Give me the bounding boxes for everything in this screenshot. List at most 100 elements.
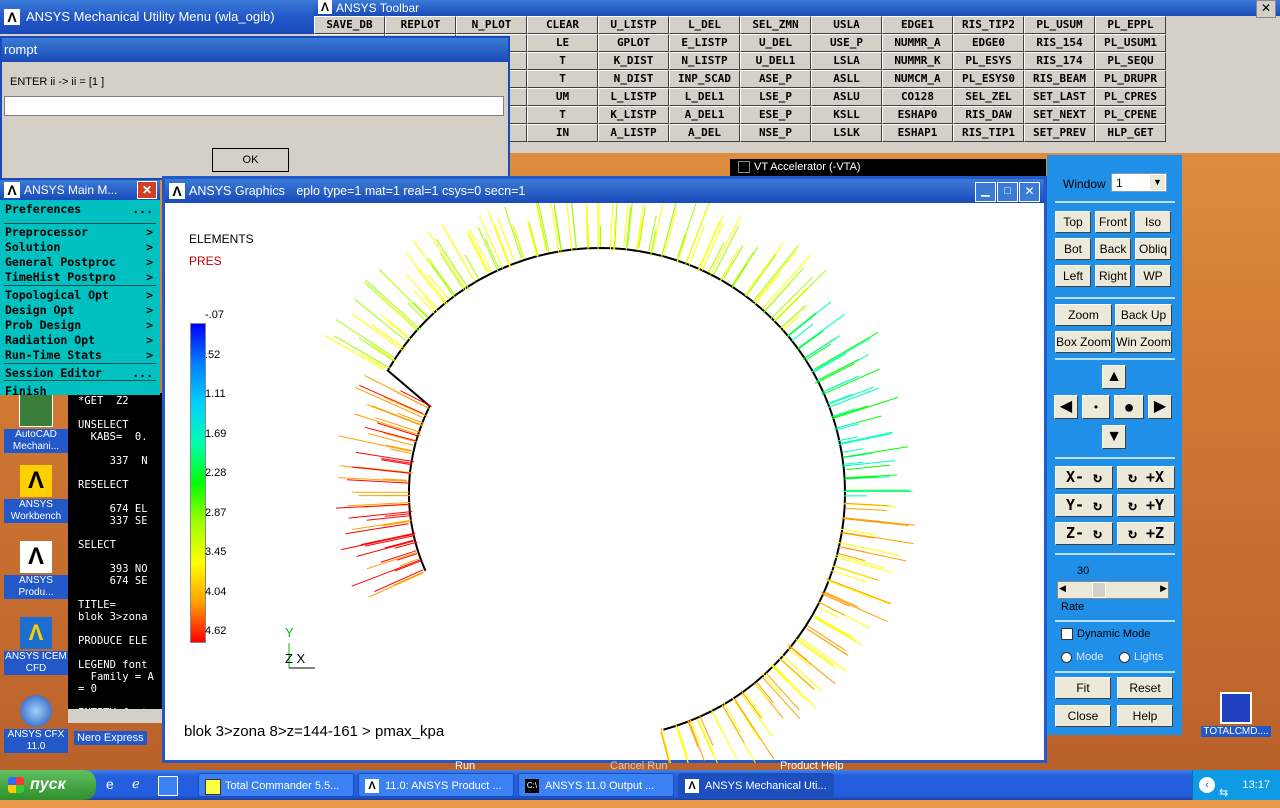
toolbar-button[interactable]: PL_CPENE (1095, 106, 1166, 124)
toolbar-button[interactable]: PL_ESYS (953, 52, 1024, 70)
toolbar-button[interactable]: E_LISTP (669, 34, 740, 52)
toolbar-button[interactable]: LSE_P (740, 88, 811, 106)
task-ansys-mechanical[interactable]: Λ ANSYS Mechanical Uti... (678, 773, 834, 797)
toolbar-button[interactable]: A_LISTP (598, 124, 669, 142)
rotate-button[interactable]: ↻ +X (1117, 466, 1175, 489)
help-button[interactable]: Help (1117, 705, 1173, 727)
toolbar-button[interactable]: RIS_TIP2 (953, 16, 1024, 34)
desktop-icon-nero[interactable]: Nero Express (74, 731, 147, 745)
toolbar-button[interactable]: EDGE0 (953, 34, 1024, 52)
ok-button[interactable]: OK (212, 148, 289, 172)
toolbar-button[interactable]: ASLU (811, 88, 882, 106)
zoom-out-big-icon[interactable]: ● (1114, 395, 1144, 419)
start-button[interactable]: пуск (0, 770, 96, 800)
desktop-icon-ansys-cfx[interactable]: ANSYS CFX 11.0 (4, 695, 68, 753)
toolbar-button[interactable]: INP_SCAD (669, 70, 740, 88)
reset-button[interactable]: Reset (1117, 677, 1173, 699)
main-menu-item[interactable]: Prob Design > (5, 318, 157, 333)
toolbar-button[interactable]: ASLL (811, 70, 882, 88)
maximize-icon[interactable]: □ (997, 182, 1018, 202)
main-menu-item[interactable]: Run-Time Stats > (5, 348, 157, 363)
toolbar-button[interactable]: T (527, 70, 598, 88)
view-button-iso[interactable]: Iso (1135, 211, 1171, 233)
toolbar-button[interactable]: ESHAP1 (882, 124, 953, 142)
rotate-button[interactable]: X- ↻ (1055, 466, 1113, 489)
view-button-top[interactable]: Top (1055, 211, 1091, 233)
rotate-button[interactable]: Z- ↻ (1055, 522, 1113, 545)
toolbar-button[interactable]: PL_ESYS0 (953, 70, 1024, 88)
dynamic-mode-checkbox[interactable]: Dynamic Mode (1061, 628, 1150, 641)
main-menu-item[interactable]: Design Opt > (5, 303, 157, 318)
toolbar-button[interactable]: KSLL (811, 106, 882, 124)
main-menu-item[interactable]: Preprocessor > (5, 225, 157, 240)
toolbar-button[interactable]: CLEAR (527, 16, 598, 34)
toolbar-button[interactable]: REPLOT (385, 16, 456, 34)
main-menu-item[interactable]: Radiation Opt > (5, 333, 157, 348)
toolbar-button[interactable]: EDGE1 (882, 16, 953, 34)
toolbar-button[interactable]: HLP_GET (1095, 124, 1166, 142)
pan-left-icon[interactable]: ◀ (1054, 395, 1078, 419)
close-icon[interactable]: ✕ (1019, 182, 1040, 202)
toolbar-button[interactable]: USLA (811, 16, 882, 34)
toolbar-button[interactable]: UM (527, 88, 598, 106)
desktop-icon-ansys-workbench[interactable]: Λ ANSYS Workbench (4, 465, 68, 523)
pan-up-icon[interactable]: ▲ (1102, 365, 1126, 389)
toolbar-button[interactable]: PL_USUM (1024, 16, 1095, 34)
network-icon[interactable]: ⇆ (1219, 778, 1228, 808)
view-button-right[interactable]: Right (1095, 265, 1131, 287)
pan-down-icon[interactable]: ▼ (1102, 425, 1126, 449)
toolbar-button[interactable]: NUMCM_A (882, 70, 953, 88)
toolbar-button[interactable]: ASE_P (740, 70, 811, 88)
toolbar-button[interactable]: GPLOT (598, 34, 669, 52)
desktop-icon-autocad[interactable]: AutoCAD Mechani... (4, 393, 68, 453)
task-ansys-product[interactable]: Λ 11.0: ANSYS Product ... (358, 773, 514, 797)
window-select[interactable]: 1 ▼ (1111, 173, 1167, 192)
close-icon[interactable]: ✕ (1256, 0, 1276, 18)
toolbar-button[interactable]: U_DEL1 (740, 52, 811, 70)
main-menu-item[interactable]: TimeHist Postpro > (5, 270, 157, 285)
lights-radio[interactable]: Lights (1119, 651, 1163, 663)
toolbar-button[interactable]: SET_NEXT (1024, 106, 1095, 124)
toolbar-button[interactable]: NUMMR_A (882, 34, 953, 52)
view-button-bot[interactable]: Bot (1055, 238, 1091, 260)
main-menu-item[interactable]: Finish (5, 384, 157, 399)
console-scrollbar[interactable] (68, 709, 162, 723)
close-icon[interactable]: ✕ (137, 181, 157, 199)
main-menu-item[interactable]: Topological Opt > (5, 288, 157, 303)
toolbar-button[interactable]: T (527, 106, 598, 124)
toolbar-button[interactable]: PL_USUM1 (1095, 34, 1166, 52)
rate-slider[interactable]: ◀ ▶ (1057, 581, 1169, 599)
mode-radio[interactable]: Mode (1061, 651, 1104, 663)
toolbar-button[interactable]: SEL_ZMN (740, 16, 811, 34)
task-ansys-output[interactable]: C:\ ANSYS 11.0 Output ... (518, 773, 674, 797)
rotate-button[interactable]: Y- ↻ (1055, 494, 1113, 517)
toolbar-button[interactable]: RIS_DAW (953, 106, 1024, 124)
toolbar-button[interactable]: RIS_154 (1024, 34, 1095, 52)
toolbar-button[interactable]: PL_DRUPR (1095, 70, 1166, 88)
rotate-button[interactable]: ↻ +Y (1117, 494, 1175, 517)
desktop-icon-totalcmd[interactable]: TOTALCMD.... (1200, 692, 1272, 737)
task-total-commander[interactable]: Total Commander 5.5... (198, 773, 354, 797)
toolbar-button[interactable]: NSE_P (740, 124, 811, 142)
toolbar-button[interactable]: N_PLOT (456, 16, 527, 34)
toolbar-button[interactable]: PL_CPRES (1095, 88, 1166, 106)
toolbar-button[interactable]: T (527, 52, 598, 70)
toolbar-button[interactable]: LSLK (811, 124, 882, 142)
toolbar-button[interactable]: PL_SEQU (1095, 52, 1166, 70)
toolbar-button[interactable]: PL_EPPL (1095, 16, 1166, 34)
view-button-left[interactable]: Left (1055, 265, 1091, 287)
rotate-button[interactable]: ↻ +Z (1117, 522, 1175, 545)
main-menu-item[interactable]: Session Editor... (5, 366, 157, 381)
fit-button[interactable]: Fit (1055, 677, 1111, 699)
chevron-left-icon[interactable]: ‹ (1199, 777, 1215, 793)
toolbar-button[interactable]: SET_PREV (1024, 124, 1095, 142)
minimize-icon[interactable]: ▁ (975, 182, 996, 202)
view-button-back[interactable]: Back (1095, 238, 1131, 260)
main-menu-item[interactable]: Preferences... (5, 202, 157, 217)
toolbar-button[interactable]: K_LISTP (598, 106, 669, 124)
main-menu-item[interactable]: Solution > (5, 240, 157, 255)
ie-icon[interactable]: ℯ (132, 776, 150, 794)
toolbar-button[interactable]: IN (527, 124, 598, 142)
toolbar-button[interactable]: CO128 (882, 88, 953, 106)
toolbar-button[interactable]: RIS_BEAM (1024, 70, 1095, 88)
